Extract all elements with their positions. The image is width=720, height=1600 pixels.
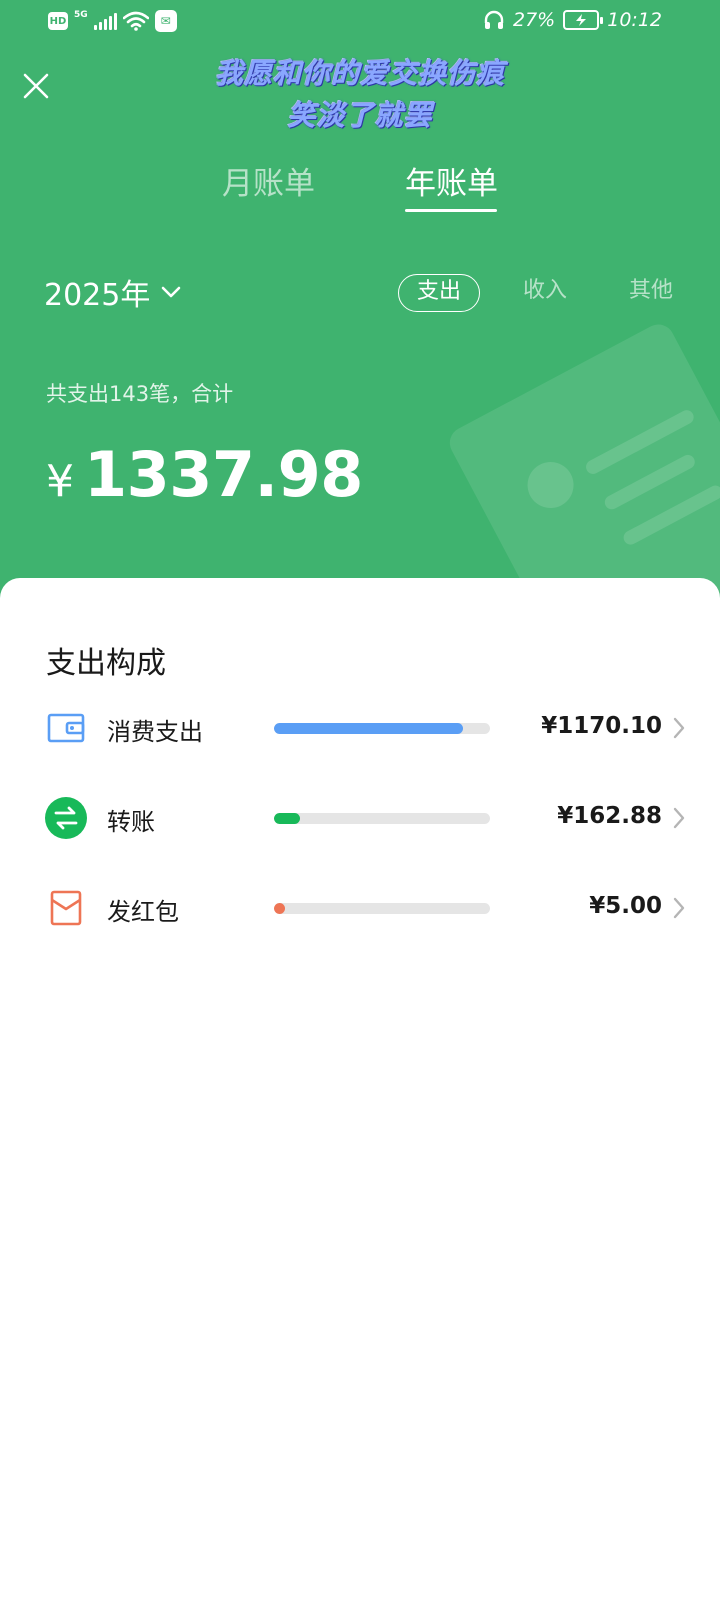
breakdown-amount: ¥5.00: [589, 893, 662, 919]
active-tab-indicator: [405, 209, 497, 212]
year-label: 2025年: [44, 278, 151, 313]
clock: 10:12: [607, 9, 662, 31]
lyric-overlay-line1: 我愿和你的爱交换伤痕: [214, 57, 505, 90]
progress-fill: [274, 813, 300, 824]
chevron-right-icon: [673, 807, 685, 829]
chevron-right-icon: [673, 897, 685, 919]
progress-track: [274, 903, 490, 914]
tab-monthly-bill[interactable]: 月账单: [222, 158, 315, 203]
network-type: 5G: [74, 10, 88, 20]
wifi-icon: [122, 11, 149, 31]
breakdown-row-consumption[interactable]: 消费支出 ¥1170.10: [0, 698, 720, 758]
year-selector[interactable]: 2025年: [44, 270, 182, 314]
breakdown-amount: ¥1170.10: [541, 713, 662, 739]
expense-summary-text: 共支出143笔，合计: [46, 382, 234, 406]
lyric-overlay-line2: 笑淡了就罢: [287, 99, 433, 132]
progress-fill: [274, 903, 285, 914]
notification-icon: ✉: [154, 10, 177, 32]
breakdown-label: 发红包: [107, 898, 179, 926]
battery-percent: 27%: [513, 9, 556, 31]
signal-icon: [93, 12, 117, 30]
header: HD 5G ✉ 27% 10:12 我愿和你的爱交换伤痕 笑淡了就罢 月账单 年…: [0, 0, 720, 600]
chevron-down-icon: [162, 286, 181, 298]
expense-breakdown-card: 支出构成 消费支出 ¥1170.10 转账 ¥162.88 发红包 ¥5.00: [0, 578, 720, 1600]
breakdown-label: 转账: [107, 808, 155, 836]
battery-icon: [563, 10, 604, 30]
filter-expense[interactable]: 支出: [398, 274, 480, 312]
hd-icon: HD: [48, 12, 68, 30]
progress-track: [274, 723, 490, 734]
red-packet-icon: [44, 886, 88, 930]
tab-yearly-bill[interactable]: 年账单: [405, 158, 498, 203]
progress-fill: [274, 723, 463, 734]
currency-symbol: ¥: [46, 456, 74, 507]
transfer-icon: [44, 796, 88, 840]
progress-track: [274, 813, 490, 824]
status-bar: HD 5G ✉ 27% 10:12: [0, 0, 720, 46]
breakdown-amount: ¥162.88: [557, 803, 662, 829]
headphones-icon: [484, 10, 504, 29]
filter-other[interactable]: 其他: [629, 274, 673, 312]
breakdown-row-red-packet[interactable]: 发红包 ¥5.00: [0, 878, 720, 938]
breakdown-label: 消费支出: [107, 718, 203, 746]
filter-income[interactable]: 收入: [523, 274, 567, 312]
total-value: 1337.98: [84, 438, 363, 511]
chevron-right-icon: [673, 717, 685, 739]
breakdown-row-transfer[interactable]: 转账 ¥162.88: [0, 788, 720, 848]
breakdown-title: 支出构成: [46, 646, 166, 681]
total-amount: ¥ 1337.98: [46, 438, 363, 511]
wallet-icon: [44, 706, 88, 750]
decorative-bill-graphic: [444, 318, 720, 600]
